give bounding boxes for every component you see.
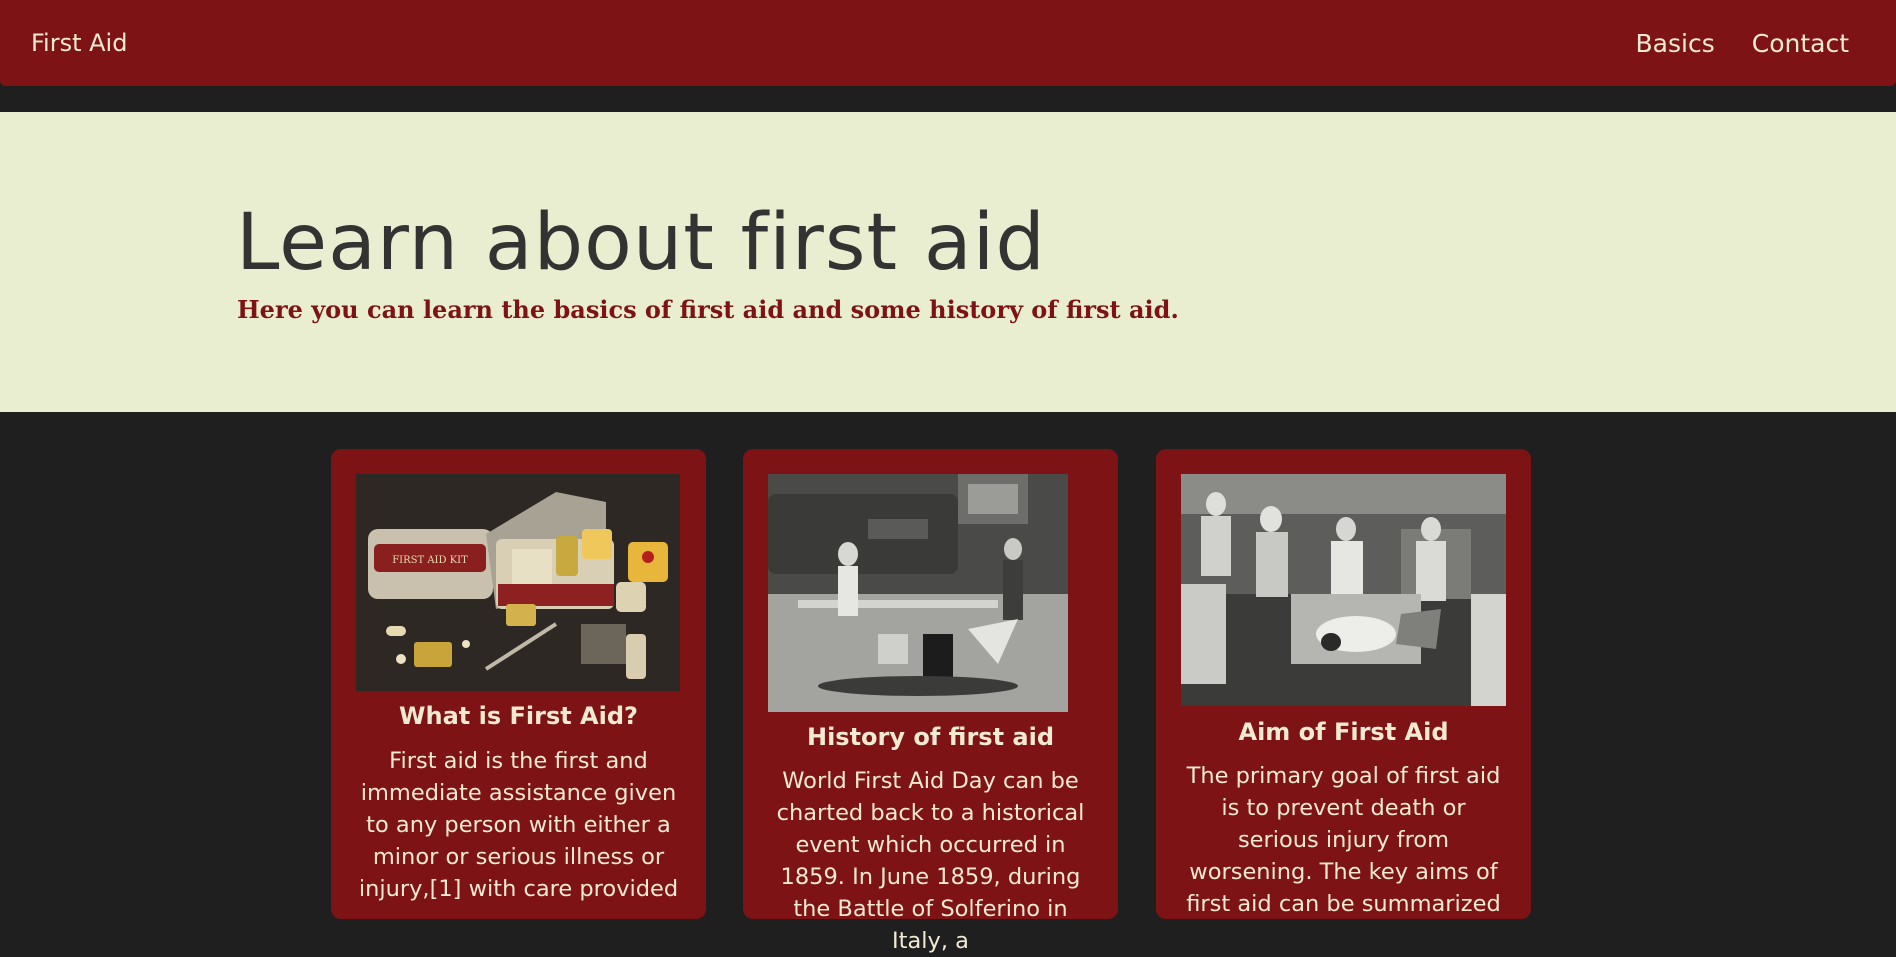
card-title: What is First Aid? <box>399 702 638 730</box>
card-text: The primary goal of first aid is to prev… <box>1186 763 1501 917</box>
first-aid-training-image <box>1181 474 1506 706</box>
hero-title: Learn about first aid <box>236 198 1046 288</box>
nav-links: Basics Contact <box>1636 29 1849 58</box>
card-title: Aim of First Aid <box>1238 718 1449 746</box>
nav-link-basics[interactable]: Basics <box>1636 29 1715 58</box>
brand-link[interactable]: First Aid <box>31 29 127 57</box>
card-what-is-first-aid: FIRST AID KIT What is First Aid? First a… <box>331 449 706 919</box>
nav-link-contact[interactable]: Contact <box>1752 29 1849 58</box>
first-aid-kit-image: FIRST AID KIT <box>356 474 680 691</box>
card-text: World First Aid Day can be charted back … <box>776 768 1085 954</box>
historic-train-rescue-image <box>768 474 1068 712</box>
svg-text:FIRST AID KIT: FIRST AID KIT <box>392 555 468 566</box>
card-text: First aid is the first and immediate ass… <box>358 748 679 902</box>
navbar: First Aid Basics Contact <box>0 0 1896 86</box>
hero-subtitle: Here you can learn the basics of first a… <box>237 295 1179 324</box>
card-title: History of first aid <box>806 723 1055 751</box>
card-history-of-first-aid: History of first aid World First Aid Day… <box>743 449 1118 954</box>
card-aim-of-first-aid: Aim of First Aid The primary goal of fir… <box>1156 449 1531 919</box>
hero-banner: Learn about first aid Here you can learn… <box>0 112 1896 412</box>
